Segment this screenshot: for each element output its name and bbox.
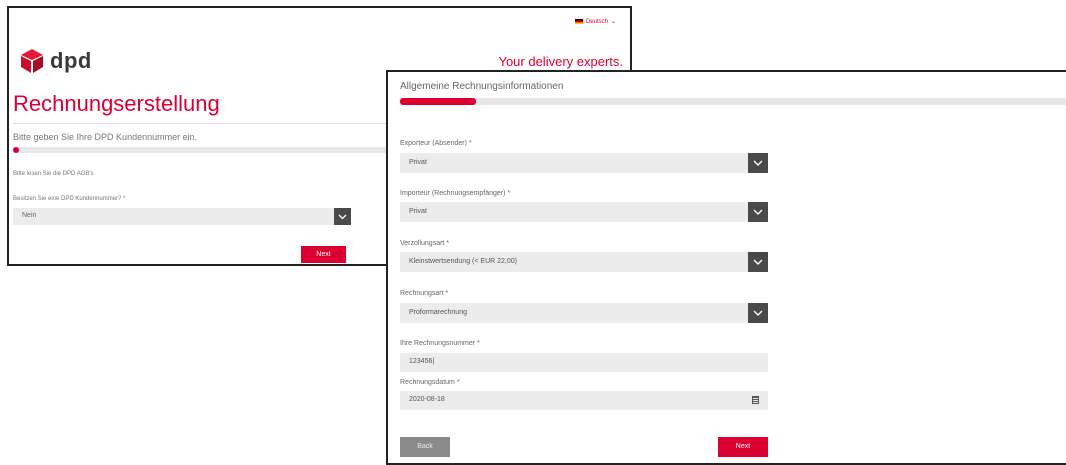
invoice-info-window: Allgemeine Rechnungsinformationen Export… — [386, 70, 1066, 465]
chevron-down-icon: ⌄ — [610, 19, 616, 25]
customer-number-select[interactable]: Nein — [13, 208, 351, 225]
invoice-type-label: Rechnungsart * — [400, 290, 449, 297]
customs-type-select[interactable]: Kleinstwertsendung (< EUR 22,00) — [400, 252, 768, 272]
language-label: Deutsch — [585, 18, 608, 25]
agb-link[interactable]: Bitte lesen Sie die DPD AGB's — [13, 171, 94, 177]
language-selector[interactable]: Deutsch ⌄ — [574, 18, 616, 25]
progress-bar — [400, 98, 1066, 105]
next-button[interactable]: Next — [301, 246, 346, 263]
tagline: Your delivery experts. — [498, 54, 623, 69]
invoice-date-input[interactable]: 2020-08-18 — [400, 391, 768, 410]
exporter-label: Exporteur (Absender) * — [400, 140, 472, 147]
exporter-select[interactable]: Privat — [400, 153, 768, 173]
calendar-icon[interactable] — [752, 396, 759, 404]
chevron-down-icon[interactable] — [334, 208, 351, 225]
chevron-down-icon[interactable] — [748, 153, 768, 173]
invoice-type-select-value: Proformarechnung — [409, 309, 467, 316]
dpd-cube-icon — [21, 49, 43, 73]
exporter-select-value: Privat — [409, 159, 427, 166]
importer-label: Importeur (Rechnungsempfänger) * — [400, 190, 511, 197]
progress-fill — [13, 147, 19, 153]
progress-fill — [400, 98, 476, 105]
chevron-down-icon[interactable] — [748, 303, 768, 323]
customs-type-select-value: Kleinstwertsendung (< EUR 22,00) — [409, 258, 517, 265]
invoice-date-value: 2020-08-18 — [409, 396, 445, 403]
chevron-down-icon[interactable] — [748, 252, 768, 272]
importer-select-value: Privat — [409, 208, 427, 215]
invoice-date-label: Rechnungsdatum * — [400, 379, 460, 386]
invoice-number-label: Ihre Rechnungsnummer * — [400, 340, 480, 347]
page-title: Rechnungserstellung — [13, 91, 220, 116]
back-button[interactable]: Back — [400, 437, 450, 457]
dpd-logo-text: dpd — [50, 48, 92, 73]
section-title: Allgemeine Rechnungsinformationen — [400, 81, 564, 92]
instruction-text: Bitte geben Sie Ihre DPD Kundennummer ei… — [13, 132, 198, 142]
importer-select[interactable]: Privat — [400, 202, 768, 222]
chevron-down-icon[interactable] — [748, 202, 768, 222]
customs-type-label: Verzollungsart * — [400, 240, 450, 247]
customer-number-question-label: Besitzen Sie eine DPD Kundennummer? * — [13, 196, 126, 202]
german-flag-icon — [574, 19, 583, 24]
invoice-number-value: 123456| — [409, 358, 435, 365]
next-button[interactable]: Next — [718, 437, 768, 457]
dpd-logo: dpd — [19, 48, 92, 74]
customer-number-select-value: Nein — [22, 212, 37, 219]
invoice-number-input[interactable]: 123456| — [400, 353, 768, 372]
invoice-type-select[interactable]: Proformarechnung — [400, 303, 768, 323]
